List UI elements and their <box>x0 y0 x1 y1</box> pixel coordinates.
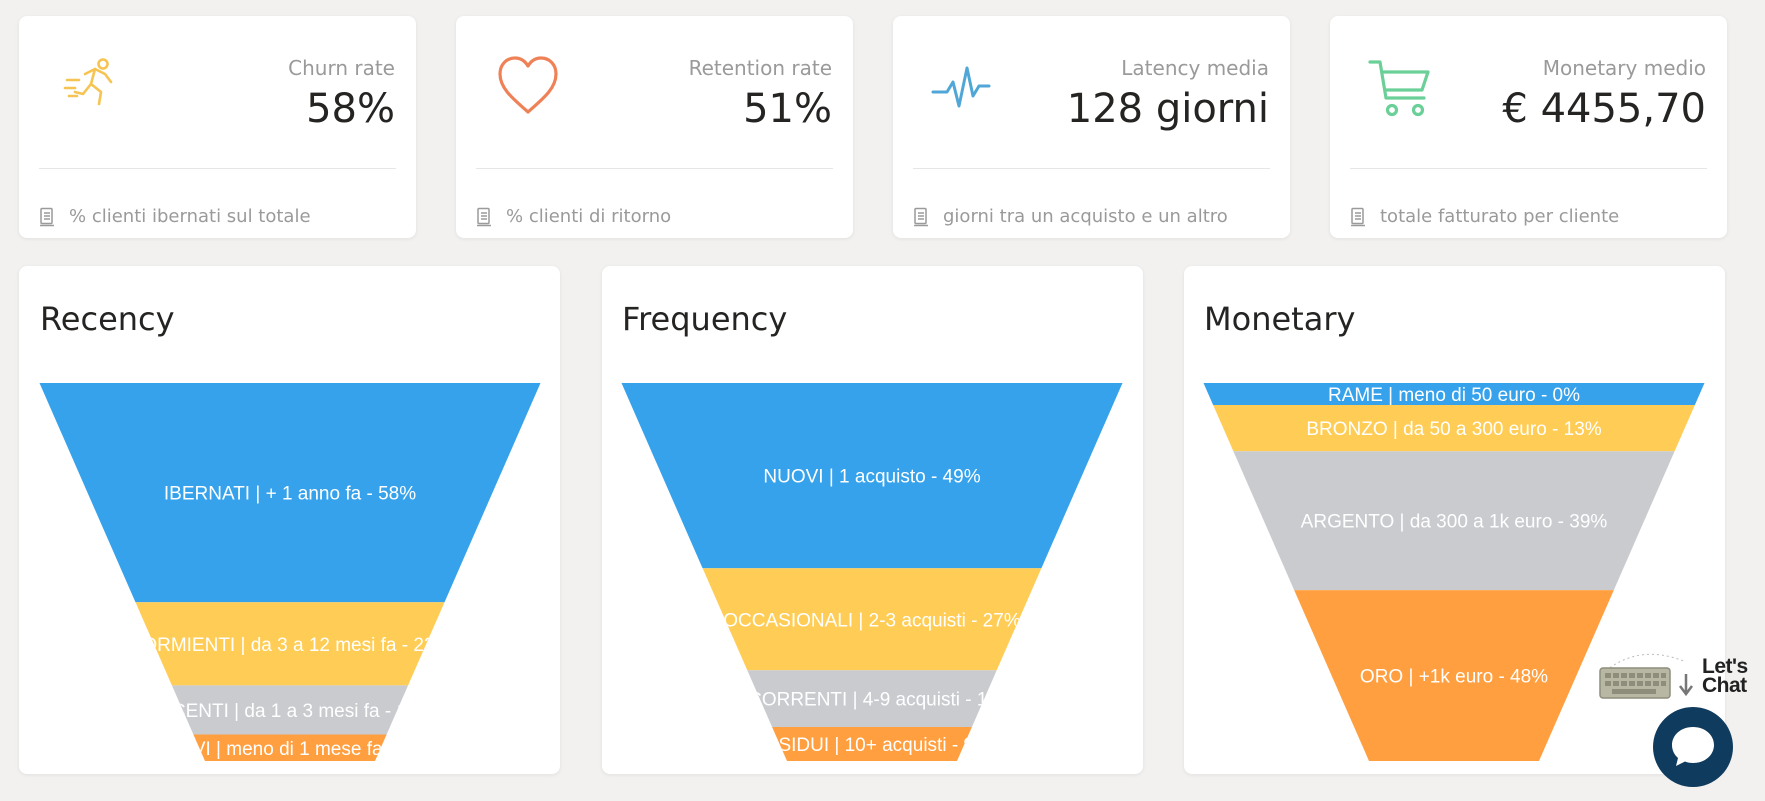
lets-chat-label: Let's Chat <box>1702 655 1748 697</box>
funnel-segment-label: OCCASIONALI | 2-3 acquisti - 27% <box>723 610 1021 631</box>
funnel-segment-label: ARGENTO | da 300 a 1k euro - 39% <box>1301 512 1608 533</box>
chat-bubble-icon <box>1672 727 1714 766</box>
keyboard-icon <box>1599 653 1693 699</box>
funnel-segment-label: NUOVI | 1 acquisto - 49% <box>763 467 980 488</box>
funnel-segment-label: DORMIENTI | da 3 a 12 mesi fa - 22% <box>129 635 452 656</box>
funnel-segment-label: IBERNATI | + 1 anno fa - 58% <box>164 484 416 505</box>
chat-button[interactable] <box>1653 707 1733 787</box>
funnel-segment-label: RAME | meno di 50 euro - 0% <box>1328 385 1580 406</box>
lets-chat-callout[interactable]: Let's Chat <box>1598 648 1758 704</box>
funnel-segment-label: ATTIVI | meno di 1 mese fa - 7% <box>153 739 427 760</box>
funnel-segment-label: ASSIDUI | 10+ acquisti - 9% <box>753 735 991 756</box>
funnel-segment-label: BRONZO | da 50 a 300 euro - 13% <box>1306 419 1601 440</box>
funnel-segment-label: RECENTI | da 1 a 3 mesi fa - 13% <box>146 701 435 722</box>
funnel-segment-label: ORO | +1k euro - 48% <box>1360 667 1548 688</box>
funnel-segment-label: RICORRENTI | 4-9 acquisti - 15% <box>729 690 1015 711</box>
funnel-charts: IBERNATI | + 1 anno fa - 58% DORMIENTI | … <box>39 383 1705 761</box>
